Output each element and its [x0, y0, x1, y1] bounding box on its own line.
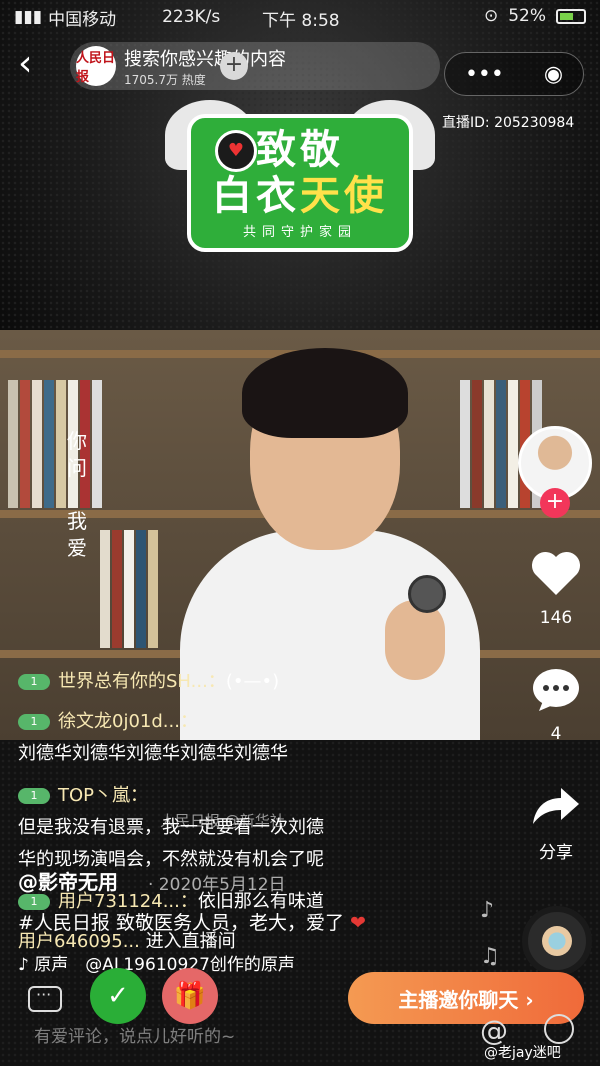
carrier-name: 中国移动 [48, 9, 117, 30]
close-icon[interactable]: ◉ [544, 62, 563, 87]
comment-count: 4 [550, 724, 562, 744]
status-bar: ▮▮▮ 中国移动 223K/s 下午 8:58 ⊙ 52% [0, 0, 600, 34]
back-icon[interactable]: ‹ [18, 46, 32, 82]
follow-button[interactable]: + [540, 488, 570, 518]
invite-chat-button[interactable]: 主播邀你聊天 › [348, 972, 584, 1024]
emoji-icon[interactable] [544, 1014, 574, 1044]
host-info[interactable]: 人民日报 搜索你感兴趣的内容 1705.7万 热度 + [70, 42, 440, 90]
mini-program-capsule: ••• ◉ [444, 52, 584, 96]
follow-host-button[interactable]: + [220, 52, 248, 80]
record-icon: ♥ [215, 130, 257, 172]
more-icon[interactable]: ••• [465, 62, 504, 87]
heart-icon: ❤ [350, 912, 366, 934]
comment-item: 1 徐文龙0j01d...： [18, 707, 198, 733]
microphone [408, 575, 446, 613]
comment-user[interactable]: TOP丶嵐： [58, 785, 148, 806]
comment-item: 1 世界总有你的SH...：(•—•) [18, 667, 279, 693]
battery-percent: 52% [508, 6, 546, 26]
alarm-icon: ⊙ [483, 6, 499, 26]
search-input[interactable]: 搜索你感兴趣的内容 [124, 45, 286, 71]
status-time: 下午 8:58 [262, 11, 340, 31]
comment-user[interactable]: 徐文龙0j01d...： [58, 711, 198, 732]
music-note-icon: ♪ [480, 898, 495, 923]
battery-icon [556, 8, 586, 24]
host-avatar[interactable]: 人民日报 [76, 46, 116, 86]
credit-watermark: @老jay迷吧 [484, 1045, 561, 1061]
banner-line2-b: 天使 [300, 172, 388, 219]
comment-text: (•—•) [225, 671, 280, 692]
speed: 223K/s [162, 7, 221, 27]
tiktok-icon: ♪ [18, 955, 29, 975]
room-id: 直播ID: 205230984 [442, 115, 575, 131]
banner-line2-a: 白衣 [212, 172, 300, 219]
share-label[interactable]: 分享 [516, 838, 596, 863]
signal-icon: ▮▮▮ [14, 7, 43, 27]
comment-item: 1 TOP丶嵐： [18, 781, 148, 807]
level-badge: 1 [18, 674, 50, 690]
event-banner: 致敬 白衣天使 共同守护家园 ♥ [165, 100, 435, 255]
wechat-share-button[interactable]: ✓ [90, 968, 146, 1024]
comment-text: 刘德华刘德华刘德华刘德华刘德华 [18, 743, 288, 764]
watermark: 人民日报 @新华社 [160, 812, 285, 830]
music-disc-button[interactable] [522, 906, 592, 976]
host-stats: 1705.7万 热度 [124, 72, 206, 87]
gift-button[interactable]: 🎁 [162, 968, 218, 1024]
caption-text: #人民日报 致敬医务人员，老大，爱了 ❤ [18, 908, 366, 935]
caption-date: · 2020年5月12日 [148, 875, 286, 895]
comment-icon[interactable] [530, 664, 582, 716]
level-badge: 1 [18, 788, 50, 804]
books [100, 530, 158, 648]
like-icon[interactable] [530, 548, 582, 600]
share-icon[interactable] [530, 780, 582, 832]
caption-body: #人民日报 致敬医务人员，老大，爱了 [18, 912, 344, 934]
chat-icon[interactable] [28, 985, 62, 1012]
music-row[interactable]: ♪ 原声 @AL19610927创作的原声 [18, 950, 295, 975]
caption-user[interactable]: @影帝无用 [18, 866, 118, 895]
banner-line1: 致敬 [256, 126, 344, 173]
lyric-column-2: 我爱 [67, 509, 87, 560]
level-badge: 1 [18, 714, 50, 730]
lyric-column-1: 你问 [67, 429, 87, 480]
music-note-icon: ♫ [480, 944, 500, 969]
comment-input[interactable]: 有爱评论，说点儿好听的~ [34, 1022, 235, 1047]
music-text: 原声 @AL19610927创作的原声 [34, 955, 295, 975]
comment-user[interactable]: 世界总有你的SH...： [58, 671, 226, 692]
banner-line3: 共同守护家园 [242, 224, 357, 240]
like-count: 146 [539, 608, 573, 628]
